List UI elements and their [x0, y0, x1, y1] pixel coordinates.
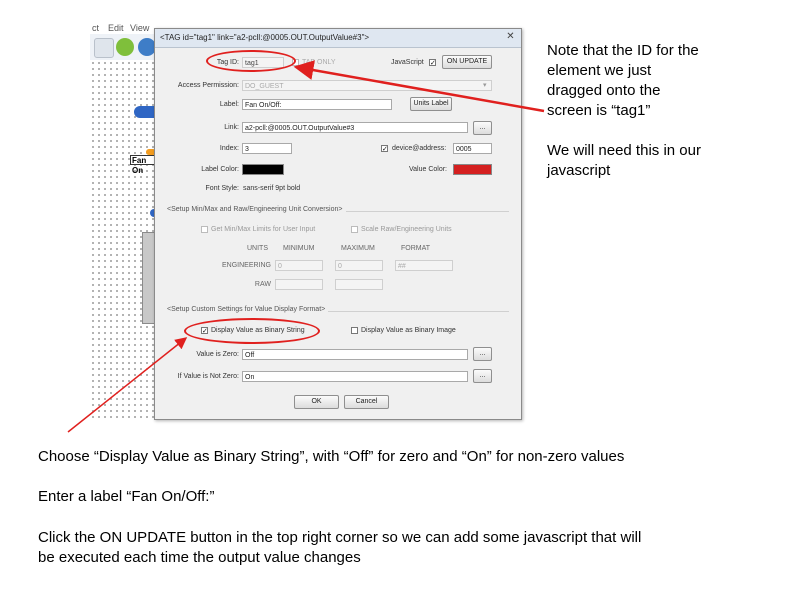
- instruction-on-update: Click the ON UPDATE button in the top ri…: [38, 528, 641, 568]
- tag-id-note: Note that the ID for the element we just…: [547, 41, 699, 121]
- note-line: element we just: [547, 62, 652, 79]
- javascript-note: We will need this in our javascript: [547, 141, 701, 181]
- instruction-line: Click the ON UPDATE button in the top ri…: [38, 529, 642, 546]
- note-line: javascript: [547, 162, 611, 179]
- instruction-binary-string: Choose “Display Value as Binary String”,…: [38, 448, 625, 465]
- instruction-line: be executed each time the output value c…: [38, 549, 361, 566]
- instruction-label: Enter a label “Fan On/Off:”: [38, 488, 215, 505]
- note-line: screen is “tag1”: [547, 102, 651, 119]
- note-line: Note that the ID for the: [547, 42, 699, 59]
- note-line: We will need this in our: [547, 142, 701, 159]
- note-line: dragged onto the: [547, 82, 661, 99]
- arrow-to-binary-string: [67, 337, 188, 433]
- arrow-to-tag-id: [293, 60, 545, 113]
